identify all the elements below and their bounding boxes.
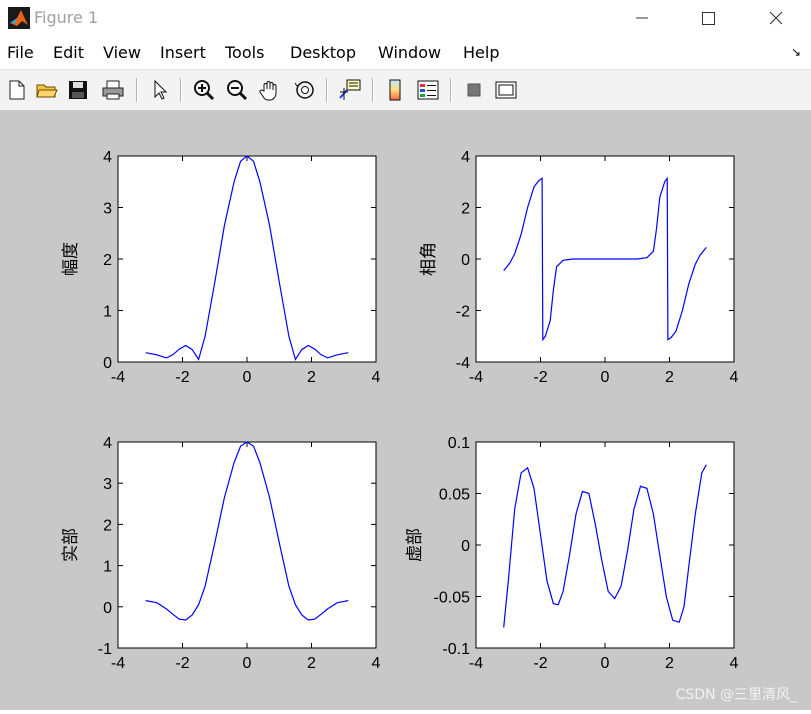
toolbar-separator [372, 78, 374, 102]
y-tick-label: 2 [103, 252, 112, 269]
toolbar-separator [450, 78, 452, 102]
toolbar-separator [136, 78, 138, 102]
data-cursor-icon[interactable] [338, 78, 362, 102]
y-tick-label: 0 [103, 600, 112, 617]
y-tick-label: 4 [103, 435, 112, 452]
x-tick-label: -4 [469, 655, 483, 672]
x-tick-label: 2 [307, 369, 316, 386]
dock-arrow-icon[interactable]: ↘ [791, 45, 801, 59]
close-icon [769, 11, 783, 25]
maximize-button[interactable] [685, 0, 731, 36]
show-plot-tools-icon[interactable] [494, 78, 518, 102]
toolbar-separator [180, 78, 182, 102]
axes-3[interactable]: -4 -2 0 2 4 -1 0 1 2 3 4 实部 [61, 435, 381, 672]
save-icon[interactable] [66, 78, 90, 102]
y-tick-label: -1 [98, 641, 112, 658]
print-icon[interactable] [101, 78, 125, 102]
menu-file[interactable]: File [7, 43, 34, 62]
axes-2[interactable]: -4 -2 0 2 4 -4 -2 0 2 4 相角 [419, 149, 739, 386]
x-tick-label: -2 [175, 655, 189, 672]
y-tick-label: -2 [456, 304, 470, 321]
zoom-out-icon[interactable] [225, 78, 249, 102]
select-arrow-icon[interactable] [148, 78, 172, 102]
x-tick-label: -2 [533, 655, 547, 672]
menu-insert[interactable]: Insert [160, 43, 206, 62]
x-tick-label: 0 [601, 369, 610, 386]
axes-1[interactable]: -4 -2 0 2 4 0 1 2 3 4 幅度 [61, 149, 381, 386]
y-axis-label: 相角 [419, 242, 438, 276]
y-axis-label: 虚部 [405, 528, 424, 562]
figure-canvas[interactable]: -4 -2 0 2 4 0 1 2 3 4 幅度 -4 -2 0 2 4 -4 -2 0 2 4 相角 -4 -2 0 2 4 -1 0… [0, 110, 811, 710]
watermark: CSDN @三里清风_ [675, 687, 797, 703]
y-tick-label: -0.05 [434, 590, 471, 607]
menu-window[interactable]: Window [378, 43, 441, 62]
x-tick-label: 2 [665, 369, 674, 386]
y-tick-label: 4 [103, 149, 112, 166]
x-tick-label: 0 [601, 655, 610, 672]
minimize-icon [636, 17, 648, 19]
window-title: Figure 1 [34, 8, 99, 27]
x-tick-label: 4 [730, 369, 739, 386]
open-file-icon[interactable] [35, 78, 59, 102]
x-tick-label: 2 [665, 655, 674, 672]
title-bar: Figure 1 [0, 0, 811, 36]
axes-4[interactable]: -4 -2 0 2 4 -0.1 -0.05 0 0.05 0.1 虚部 [405, 435, 739, 672]
maximize-icon [702, 12, 715, 25]
toolbar [0, 69, 811, 111]
legend-icon[interactable] [416, 78, 440, 102]
y-tick-label: 2 [461, 201, 470, 218]
toolbar-separator [326, 78, 328, 102]
axes-box [117, 155, 377, 363]
x-tick-label: 4 [372, 655, 381, 672]
menu-bar: File Edit View Insert Tools Desktop Wind… [0, 37, 811, 68]
menu-edit[interactable]: Edit [53, 43, 84, 62]
menu-desktop[interactable]: Desktop [290, 43, 356, 62]
x-tick-label: 0 [243, 369, 252, 386]
y-tick-label: 2 [103, 517, 112, 534]
x-tick-label: -4 [111, 369, 125, 386]
axes-box [117, 441, 377, 649]
minimize-button[interactable] [619, 0, 665, 36]
y-tick-label: 0 [461, 538, 470, 555]
y-tick-label: 1 [103, 304, 112, 321]
y-tick-label: 1 [103, 559, 112, 576]
y-tick-label: 0 [461, 252, 470, 269]
x-tick-label: -4 [469, 369, 483, 386]
matlab-logo-icon [8, 7, 30, 29]
y-tick-label: 4 [461, 149, 470, 166]
x-tick-label: 2 [307, 655, 316, 672]
new-figure-icon[interactable] [5, 78, 29, 102]
y-axis-label: 实部 [61, 528, 80, 562]
y-axis-label: 幅度 [61, 242, 80, 276]
y-tick-label: 0.05 [439, 487, 470, 504]
y-tick-label: 0.1 [448, 435, 470, 452]
colorbar-icon[interactable] [384, 78, 408, 102]
pan-hand-icon[interactable] [258, 78, 282, 102]
axes-box [475, 441, 735, 649]
x-tick-label: 4 [372, 369, 381, 386]
menu-help[interactable]: Help [463, 43, 499, 62]
rotate-3d-icon[interactable] [293, 78, 317, 102]
y-tick-label: 0 [103, 355, 112, 372]
menu-tools[interactable]: Tools [225, 43, 264, 62]
x-tick-label: -2 [533, 369, 547, 386]
y-tick-label: 3 [103, 201, 112, 218]
y-tick-label: -4 [456, 355, 470, 372]
zoom-in-icon[interactable] [192, 78, 216, 102]
x-tick-label: -2 [175, 369, 189, 386]
y-tick-label: 3 [103, 476, 112, 493]
x-tick-label: 4 [730, 655, 739, 672]
close-button[interactable] [753, 0, 799, 36]
y-tick-label: -0.1 [442, 641, 470, 658]
menu-view[interactable]: View [103, 43, 141, 62]
x-tick-label: -4 [111, 655, 125, 672]
x-tick-label: 0 [243, 655, 252, 672]
hide-plot-tools-icon[interactable] [462, 78, 486, 102]
figure-plots: -4 -2 0 2 4 0 1 2 3 4 幅度 -4 -2 0 2 4 -4 -2 0 2 4 相角 -4 -2 0 2 4 -1 0… [61, 149, 739, 672]
